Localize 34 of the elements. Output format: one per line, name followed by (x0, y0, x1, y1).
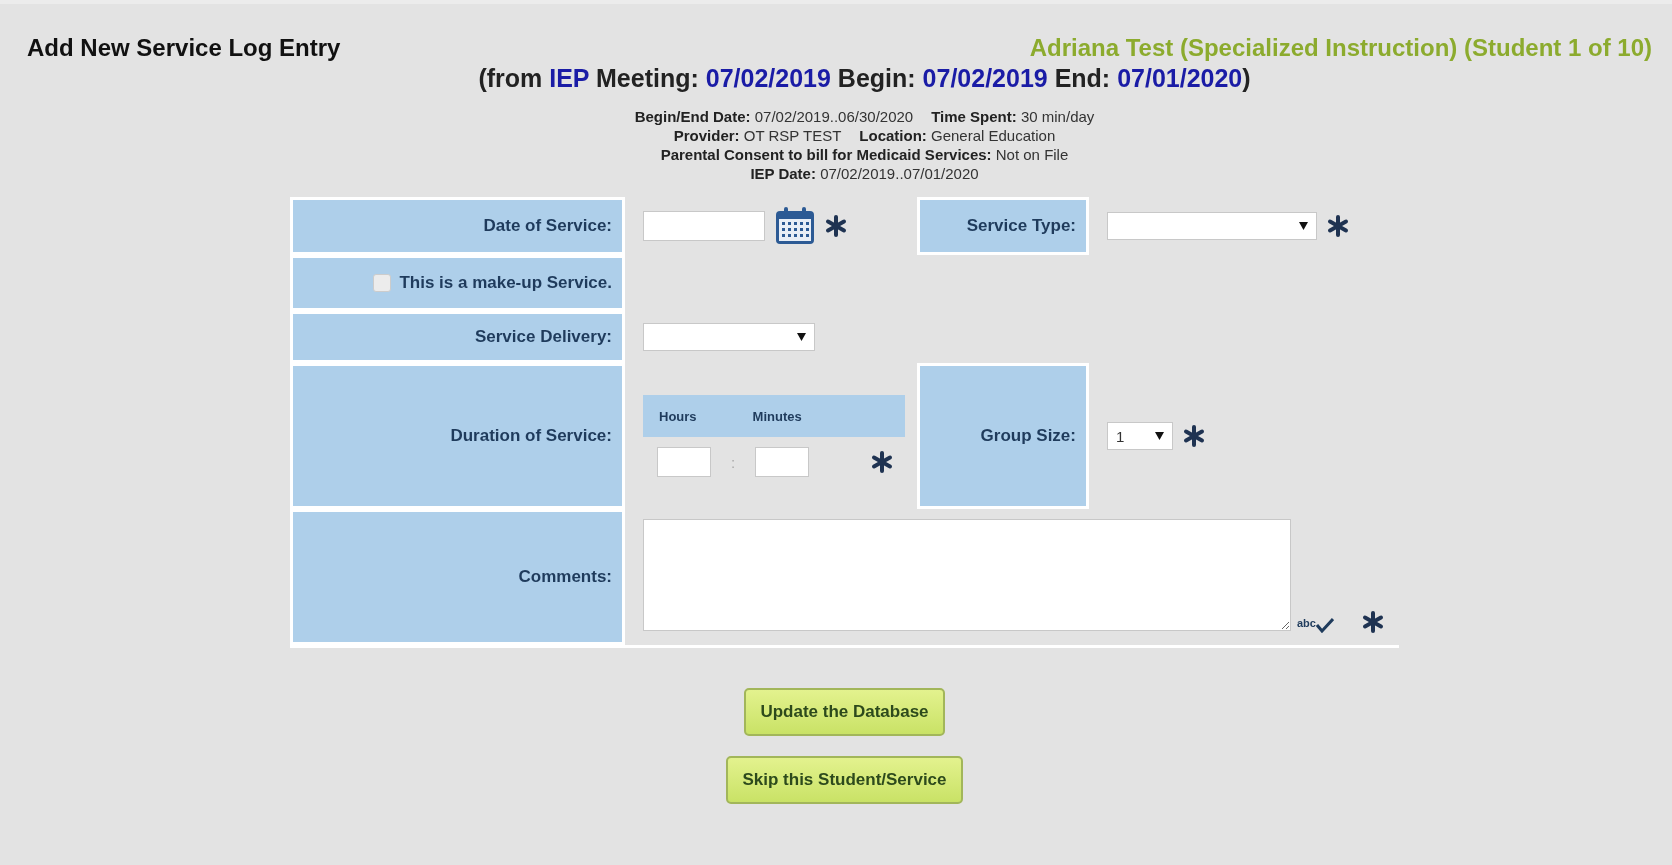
service-type-select[interactable] (1107, 212, 1317, 240)
meeting-dates: (from IEP Meeting: 07/02/2019 Begin: 07/02/2019 End: 07/01/2020) (477, 64, 1252, 93)
spellcheck-button[interactable]: abc (1297, 617, 1334, 633)
caret-icon (1299, 222, 1308, 230)
info-text: Provider: OT RSP TEST (673, 126, 842, 145)
comments-field[interactable] (643, 519, 1291, 631)
field-label: Group Size: (917, 363, 1089, 509)
field-label: Service Delivery: (290, 311, 625, 363)
info-text: Time Spent: 30 min/day (931, 107, 1095, 126)
info-text: Begin/End Date: 07/02/2019..06/30/2020 (634, 107, 914, 126)
info-text: Parental Consent to bill for Medicaid Services: Not on File (660, 145, 1069, 164)
page-title: Add New Service Log Entry (27, 34, 341, 62)
caret-icon (797, 333, 806, 341)
action-button[interactable]: Update the Database (744, 688, 945, 736)
date-field[interactable] (643, 211, 765, 241)
service-delivery-select[interactable] (643, 323, 815, 351)
group-size-select[interactable]: 1 (1107, 422, 1173, 450)
field-label: Date of Service: (290, 197, 625, 255)
info-text: IEP Date: 07/02/2019..07/01/2020 (750, 164, 979, 183)
info-text: Location: General Education (859, 126, 1056, 145)
field-label: Duration of Service: (290, 363, 625, 509)
hours-field[interactable] (657, 447, 711, 477)
checkbox-label: This is a make-up Service. (399, 273, 612, 293)
column-label: Minutes (752, 408, 802, 424)
caret-icon (1155, 432, 1164, 440)
student-name: Adriana Test (Specialized Instruction) (Student 1 of 10) (1029, 34, 1652, 62)
calendar-icon[interactable] (775, 207, 815, 245)
time-separator: : (731, 453, 736, 471)
field-label: Service Type: (917, 197, 1089, 255)
column-label: Hours (659, 408, 697, 424)
makeup-checkbox[interactable] (373, 274, 392, 292)
action-button[interactable]: Skip this Student/Service (726, 756, 963, 804)
field-label: Comments: (290, 509, 625, 645)
minutes-field[interactable] (755, 447, 810, 477)
